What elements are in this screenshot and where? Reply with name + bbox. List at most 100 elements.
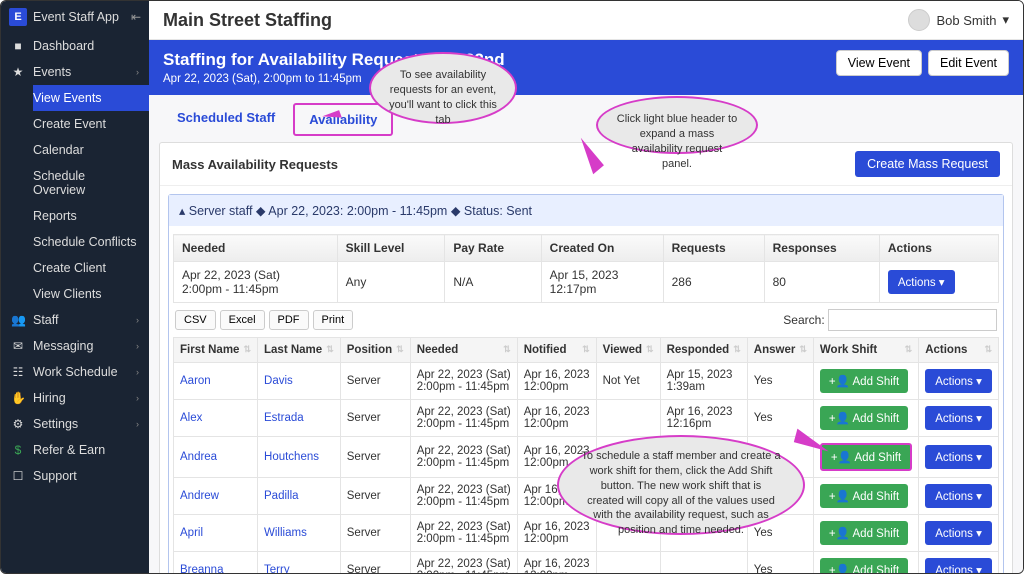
subitem-schedule-overview[interactable]: Schedule Overview	[33, 163, 149, 203]
col-actions: Actions	[879, 235, 998, 262]
first-name-link[interactable]: Aaron	[180, 375, 211, 387]
subitem-calendar[interactable]: Calendar	[33, 137, 149, 163]
accordion-header[interactable]: ▴ Server staff ◆ Apr 22, 2023: 2:00pm - …	[169, 195, 1003, 226]
last-name-link[interactable]: Padilla	[264, 490, 299, 502]
tab-availability[interactable]: Availability	[293, 103, 393, 136]
cell: 2:00pm - 11:45pm	[182, 282, 329, 296]
export-print[interactable]: Print	[313, 310, 354, 330]
row-actions-button[interactable]: Actions ▾	[925, 521, 992, 545]
chevron-right-icon: ›	[136, 341, 139, 351]
gear-icon: ⚙	[11, 417, 25, 431]
row-actions-button[interactable]: Actions ▾	[925, 445, 992, 469]
sidebar: E Event Staff App ⇤ ■ Dashboard ★ Events…	[1, 1, 149, 573]
last-name-link[interactable]: Davis	[264, 375, 293, 387]
col-first-name[interactable]: First Name⇅	[174, 338, 258, 363]
col-requests[interactable]: Requests	[663, 235, 764, 262]
first-name-link[interactable]: Andrea	[180, 451, 217, 463]
user-menu[interactable]: Bob Smith ▾	[908, 9, 1009, 31]
col-answer[interactable]: Answer⇅	[747, 338, 813, 363]
app-logo: E	[9, 8, 27, 26]
page-header: Staffing for Availability Request for e …	[149, 40, 1023, 95]
col-needed[interactable]: Needed⇅	[410, 338, 517, 363]
cell: Server	[340, 515, 410, 552]
tab-scheduled-staff[interactable]: Scheduled Staff	[163, 103, 289, 136]
row-actions-button[interactable]: Actions ▾	[925, 484, 992, 508]
col-pay[interactable]: Pay Rate	[445, 235, 541, 262]
edit-event-button[interactable]: Edit Event	[928, 50, 1009, 76]
sidebar-item-support[interactable]: ☐ Support	[1, 463, 149, 489]
row-actions-button[interactable]: Actions ▾	[925, 369, 992, 393]
sidebar-item-hiring[interactable]: ✋ Hiring ›	[1, 385, 149, 411]
search-input[interactable]	[828, 309, 997, 331]
last-name-link[interactable]: Houtchens	[264, 451, 319, 463]
sidebar-item-messaging[interactable]: ✉ Messaging ›	[1, 333, 149, 359]
summary-actions-button[interactable]: Actions ▾	[888, 270, 955, 294]
cell: Apr 15, 2023	[550, 268, 655, 282]
sidebar-item-work-schedule[interactable]: ☷ Work Schedule ›	[1, 359, 149, 385]
col-responded[interactable]: Responded⇅	[660, 338, 747, 363]
subitem-schedule-conflicts[interactable]: Schedule Conflicts	[33, 229, 149, 255]
sidebar-item-staff[interactable]: 👥 Staff ›	[1, 307, 149, 333]
export-pdf[interactable]: PDF	[269, 310, 309, 330]
subitem-label: View Clients	[33, 287, 102, 301]
cell: N/A	[445, 262, 541, 303]
add-shift-button[interactable]: +👤 Add Shift	[820, 521, 908, 545]
chevron-right-icon: ›	[136, 419, 139, 429]
sidebar-label: Messaging	[33, 339, 93, 353]
col-notified[interactable]: Notified⇅	[517, 338, 596, 363]
sidebar-item-dashboard[interactable]: ■ Dashboard	[1, 33, 149, 59]
first-name-link[interactable]: Alex	[180, 412, 202, 424]
subitem-create-event[interactable]: Create Event	[33, 111, 149, 137]
row-actions-button[interactable]: Actions ▾	[925, 406, 992, 430]
cell: Apr 22, 2023 (Sat)2:00pm - 11:45pm	[410, 363, 517, 400]
chevron-right-icon: ›	[136, 315, 139, 325]
export-excel[interactable]: Excel	[220, 310, 265, 330]
sidebar-item-events[interactable]: ★ Events ›	[1, 59, 149, 85]
col-position[interactable]: Position⇅	[340, 338, 410, 363]
col-needed[interactable]: Needed	[174, 235, 338, 262]
add-shift-button[interactable]: +👤 Add Shift	[820, 558, 908, 573]
subitem-reports[interactable]: Reports	[33, 203, 149, 229]
export-csv[interactable]: CSV	[175, 310, 216, 330]
view-event-button[interactable]: View Event	[836, 50, 922, 76]
add-shift-button[interactable]: +👤 Add Shift	[820, 484, 908, 508]
row-actions-button[interactable]: Actions ▾	[925, 558, 992, 573]
col-viewed[interactable]: Viewed⇅	[596, 338, 660, 363]
first-name-link[interactable]: Breanna	[180, 564, 223, 573]
sidebar-label: Support	[33, 469, 77, 483]
cell: Apr 16, 202312:00pm	[517, 363, 596, 400]
envelope-icon: ✉	[11, 339, 25, 353]
events-submenu: View Events Create Event Calendar Schedu…	[1, 85, 149, 307]
cell: Yes	[747, 552, 813, 574]
col-created[interactable]: Created On	[541, 235, 663, 262]
add-shift-button[interactable]: +👤 Add Shift	[820, 443, 912, 471]
chat-icon: ☐	[11, 469, 25, 483]
first-name-link[interactable]: Andrew	[180, 490, 219, 502]
subitem-label: Create Client	[33, 261, 106, 275]
last-name-link[interactable]: Terry	[264, 564, 290, 573]
sidebar-item-refer[interactable]: $ Refer & Earn	[1, 437, 149, 463]
subitem-view-events[interactable]: View Events	[33, 85, 149, 111]
star-icon: ★	[11, 65, 25, 79]
col-actions[interactable]: Actions⇅	[919, 338, 999, 363]
cell: Any	[337, 262, 445, 303]
col-responses[interactable]: Responses	[764, 235, 879, 262]
col-last-name[interactable]: Last Name⇅	[258, 338, 341, 363]
collapse-sidebar-icon[interactable]: ⇤	[131, 10, 141, 24]
add-shift-button[interactable]: +👤 Add Shift	[820, 406, 908, 430]
first-name-link[interactable]: April	[180, 527, 203, 539]
create-mass-request-button[interactable]: Create Mass Request	[855, 151, 1000, 177]
col-skill[interactable]: Skill Level	[337, 235, 445, 262]
summary-table: Needed Skill Level Pay Rate Created On R…	[173, 234, 999, 303]
sidebar-item-settings[interactable]: ⚙ Settings ›	[1, 411, 149, 437]
add-shift-button[interactable]: +👤 Add Shift	[820, 369, 908, 393]
last-name-link[interactable]: Estrada	[264, 412, 304, 424]
col-work-shift[interactable]: Work Shift⇅	[813, 338, 918, 363]
sidebar-label: Staff	[33, 313, 58, 327]
subitem-create-client[interactable]: Create Client	[33, 255, 149, 281]
cell: Apr 16, 202312:16pm	[660, 400, 747, 437]
cell: Server	[340, 400, 410, 437]
sidebar-label: Dashboard	[33, 39, 94, 53]
subitem-view-clients[interactable]: View Clients	[33, 281, 149, 307]
last-name-link[interactable]: Williams	[264, 527, 307, 539]
